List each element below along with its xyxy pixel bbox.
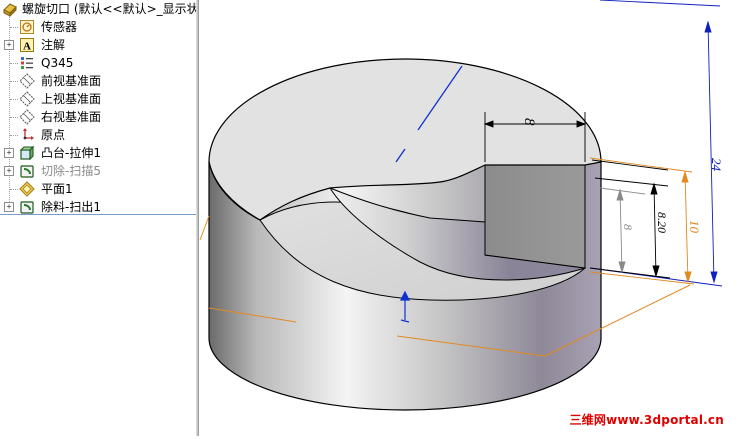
sensor-icon — [19, 19, 35, 35]
origin-icon — [19, 127, 35, 143]
tree-item[interactable]: Q345 — [0, 54, 196, 72]
dim-text-total-height[interactable]: 24 — [709, 158, 724, 172]
tree-item-label: 前视基准面 — [41, 74, 102, 88]
dim-text-depth[interactable]: 8.20 — [655, 212, 669, 233]
tree-item[interactable]: + 凸台-拉伸1 — [0, 144, 196, 162]
dim-text-slot-depth[interactable]: 8 — [621, 224, 635, 230]
tree-item-label: 平面1 — [41, 182, 73, 196]
tree-connector — [10, 27, 18, 28]
dim-text-slot-width[interactable]: 8 — [521, 118, 537, 126]
tree-item[interactable]: + 切除-扫描5 — [0, 162, 196, 180]
tree-connector — [10, 99, 18, 100]
feature-tree-panel: 螺旋切口 (默认<<默认>_显示状 传感器 + A 注解 Q345 前视基准面上视基准面右… — [0, 0, 196, 436]
tree-item-label: 注解 — [41, 38, 66, 52]
tree-root-label: 螺旋切口 (默认<<默认>_显示状 — [22, 2, 196, 16]
cut-sweep-icon — [19, 163, 35, 179]
plane-feature-icon — [19, 181, 35, 197]
tree-connector — [10, 189, 18, 190]
dimension-step-height[interactable] — [589, 157, 695, 285]
tree-connector — [10, 81, 18, 82]
tree-item-label: 上视基准面 — [41, 92, 102, 106]
tree-item[interactable]: 原点 — [0, 126, 196, 144]
dimension-slot-depth[interactable] — [599, 187, 646, 274]
tree-item[interactable]: + A 注解 — [0, 36, 196, 54]
tree-connector — [10, 117, 18, 118]
tree-connector — [10, 63, 18, 64]
tree-item[interactable]: 平面1 — [0, 180, 196, 198]
tree-item-label: 切除-扫描5 — [41, 164, 101, 178]
part-icon — [2, 1, 18, 18]
watermark-text: 三维网www.3dportal.cn — [569, 413, 724, 427]
slot-face[interactable] — [484, 164, 586, 269]
tree-item-label: Q345 — [41, 56, 74, 70]
expand-toggle-icon[interactable]: + — [4, 202, 14, 212]
tree-connector — [10, 135, 18, 136]
graphics-viewport[interactable]: 8 24 10 8.20 8 三维网www.3dportal.cn — [199, 0, 740, 436]
material-icon — [19, 55, 35, 71]
tree-item-label: 凸台-拉伸1 — [41, 146, 101, 160]
annotation-icon: A — [19, 37, 35, 53]
dim-text-step-height[interactable]: 10 — [687, 220, 702, 234]
expand-toggle-icon[interactable]: + — [4, 148, 14, 158]
plane-icon — [19, 109, 35, 125]
plane-icon — [19, 73, 35, 89]
tree-item[interactable]: 右视基准面 — [0, 108, 196, 126]
tree-root-part[interactable]: 螺旋切口 (默认<<默认>_显示状 — [0, 0, 196, 18]
dimension-total-height[interactable] — [589, 0, 723, 287]
svg-text:A: A — [23, 41, 31, 53]
expand-toggle-icon[interactable]: + — [4, 166, 14, 176]
tree-item[interactable]: 上视基准面 — [0, 90, 196, 108]
tree-item-label: 传感器 — [41, 20, 78, 34]
tree-item[interactable]: 前视基准面 — [0, 72, 196, 90]
boss-extrude-icon — [19, 145, 35, 161]
tree-item-label: 右视基准面 — [41, 110, 102, 124]
tree-bottom-border — [0, 214, 196, 215]
cut-sweep-icon — [19, 199, 35, 215]
tree-item-label: 原点 — [41, 128, 66, 142]
model-canvas: 8 24 10 8.20 8 — [199, 0, 724, 411]
expand-toggle-icon[interactable]: + — [4, 40, 14, 50]
tree-item-label: 除料-扫出1 — [41, 200, 101, 214]
plane-icon — [19, 91, 35, 107]
tree-item[interactable]: 传感器 — [0, 18, 196, 36]
